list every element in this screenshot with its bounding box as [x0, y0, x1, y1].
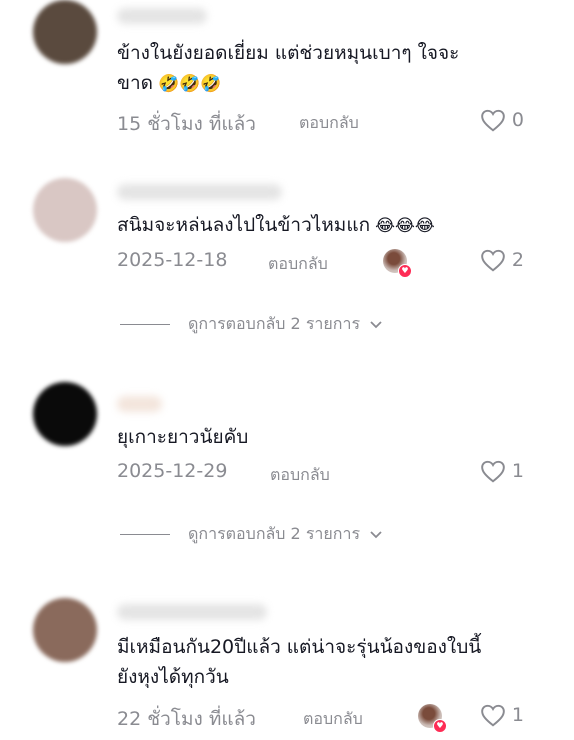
- like-button[interactable]: 0: [480, 108, 524, 132]
- heart-icon: ♥: [398, 264, 412, 278]
- creator-liked-badge: ♥: [418, 704, 447, 733]
- username-blurred[interactable]: [117, 604, 267, 620]
- like-count: 0: [511, 109, 524, 131]
- avatar[interactable]: [33, 598, 97, 662]
- heart-icon: [481, 704, 505, 727]
- view-replies-label: ดูการตอบกลับ 2 รายการ: [188, 314, 361, 333]
- like-button[interactable]: 1: [480, 703, 524, 727]
- comment-timestamp: 2025-12-18: [117, 249, 228, 271]
- like-count: 1: [511, 460, 524, 482]
- comment-timestamp: 15 ชั่วโมง ที่แล้ว: [117, 113, 256, 135]
- comment-text: ยุเกาะยาวนัยคับ: [117, 426, 249, 448]
- username-blurred[interactable]: [117, 8, 207, 24]
- comment-text: มีเหมือนกัน20ปีแล้ว แต่น่าจะรุ่นน้องของใ…: [117, 636, 482, 688]
- avatar[interactable]: [33, 382, 97, 446]
- heart-icon: ♥: [433, 719, 447, 733]
- view-replies-button[interactable]: ดูการตอบกลับ 2 รายการ: [120, 312, 382, 337]
- like-button[interactable]: 2: [480, 248, 524, 272]
- comment-text: ข้างในยังยอดเยี่ยม แต่ช่วยหมุนเบาๆ ใจจะ …: [117, 42, 460, 94]
- divider: [120, 324, 170, 325]
- like-count: 1: [511, 704, 524, 726]
- creator-liked-badge: ♥: [383, 249, 412, 278]
- comment-timestamp: 22 ชั่วโมง ที่แล้ว: [117, 708, 256, 730]
- reply-button[interactable]: ตอบกลับ: [270, 463, 330, 488]
- comment-text: สนิมจะหล่นลงไปในข้าวไหมแก 😂😂😂: [117, 214, 435, 236]
- emoji: 🤣🤣🤣: [158, 74, 222, 94]
- avatar[interactable]: [33, 178, 97, 242]
- like-button[interactable]: 1: [480, 459, 524, 483]
- username-blurred[interactable]: [117, 184, 282, 200]
- emoji: 😂😂😂: [375, 216, 435, 236]
- chevron-down-icon: [370, 530, 382, 538]
- view-replies-button[interactable]: ดูการตอบกลับ 2 รายการ: [120, 522, 382, 547]
- reply-button[interactable]: ตอบกลับ: [268, 252, 328, 277]
- like-count: 2: [511, 249, 524, 271]
- view-replies-label: ดูการตอบกลับ 2 รายการ: [188, 524, 361, 543]
- comment-timestamp: 2025-12-29: [117, 460, 228, 482]
- avatar[interactable]: [33, 0, 97, 64]
- username-blurred[interactable]: [117, 396, 162, 412]
- heart-icon: [481, 460, 505, 483]
- divider: [120, 534, 170, 535]
- reply-button[interactable]: ตอบกลับ: [299, 111, 359, 136]
- heart-icon: [481, 109, 505, 132]
- reply-button[interactable]: ตอบกลับ: [303, 707, 363, 732]
- chevron-down-icon: [370, 320, 382, 328]
- heart-icon: [481, 249, 505, 272]
